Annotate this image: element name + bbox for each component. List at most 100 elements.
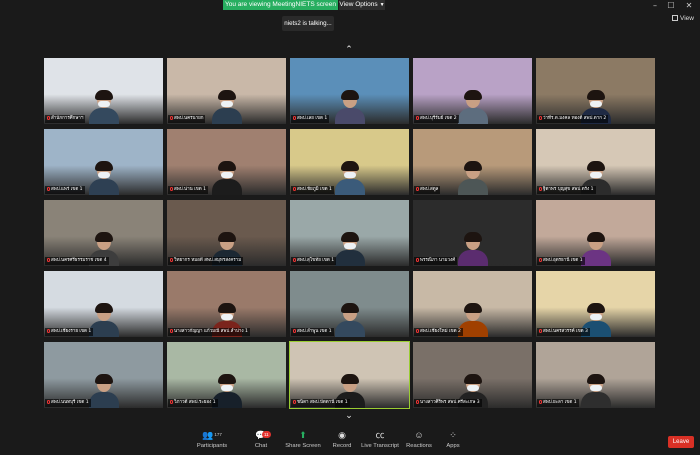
participants-label: Participants <box>196 443 228 449</box>
participant-name-label: สพป.นครศรีธรรมราช เขต 4 <box>45 257 109 265</box>
video-tile[interactable]: สำนักการศึกษาฯ <box>44 58 163 124</box>
apps-icon: ⁘ <box>449 430 457 440</box>
participant-name-label: สพป.น่าน เขต 1 <box>168 186 208 194</box>
video-tile[interactable]: สพป.เชียงใหม่ เขต 2 <box>413 271 532 337</box>
participant-name-label: สพป.ชัยภูมิ เขต 1 <box>291 186 334 194</box>
muted-mic-icon <box>170 115 173 120</box>
muted-mic-icon <box>416 399 419 404</box>
participant-name: วิภาวดี สพป.ระยอง 1 <box>174 400 216 405</box>
video-tile[interactable]: พรรณิภา นามวงศ์ <box>413 200 532 266</box>
video-tile[interactable]: สพป.นครนายก <box>167 58 286 124</box>
participant-name-label: สพป.แพร่ เขต 1 <box>45 186 85 194</box>
video-tile[interactable]: วิทยากร หมอดี สพป.สมุทรสงคราม <box>167 200 286 266</box>
video-tile[interactable]: สพป.เชียงราย เขต 1 <box>44 271 163 337</box>
share-screen-button[interactable]: ⬆ Share Screen <box>281 429 325 449</box>
video-tile[interactable]: สพป.นครสวรรค์ เขต 3 <box>536 271 655 337</box>
video-tile[interactable]: สพป.เลย เขต 1 <box>290 58 409 124</box>
active-speaker-indicator: niets2 is talking... <box>282 16 334 31</box>
participants-count: 177 <box>214 432 222 437</box>
view-button[interactable]: View <box>672 15 694 22</box>
video-tile[interactable]: สพป.น่าน เขต 1 <box>167 129 286 195</box>
chat-button[interactable]: 💬 11 Chat <box>239 429 283 449</box>
video-tile[interactable]: สพป.แพร่ เขต 1 <box>44 129 163 195</box>
video-tile[interactable]: วิภาวดี สพป.ระยอง 1 <box>167 342 286 408</box>
participant-video <box>211 90 242 124</box>
video-tile[interactable]: ว่าที่ร.ต.มงคล ทองดี สพป.ตาก 2 <box>536 58 655 124</box>
muted-mic-icon <box>416 115 419 120</box>
page-up-button[interactable]: ⌃ <box>340 44 358 56</box>
participant-video <box>334 161 365 195</box>
participant-name-label: สพป.นครสวรรค์ เขต 3 <box>537 328 590 336</box>
video-tile[interactable]: สพป.บุรีรัมย์ เขต 2 <box>413 58 532 124</box>
participant-name-label: สพป.เชียงใหม่ เขต 2 <box>414 328 463 336</box>
participant-name-label: สพป.เชียงราย เขต 1 <box>45 328 94 336</box>
muted-mic-icon <box>539 257 542 262</box>
close-window-button[interactable]: ✕ <box>682 0 696 12</box>
video-tile[interactable]: ชนิดา สพป.ปัตตานี เขต 1 <box>289 341 410 409</box>
participant-name-label: นางสาวศิริพร สพป.ศรีสะเกษ 3 <box>414 399 482 407</box>
participant-video <box>334 232 365 266</box>
video-tile[interactable]: สพป.สตูล <box>413 129 532 195</box>
participant-name: สพป.นครศรีธรรมราช เขต 4 <box>51 258 107 263</box>
video-tile[interactable]: นางสาวกัญญา แก้วมณี สพป.ลำปาง 1 <box>167 271 286 337</box>
muted-mic-icon <box>293 257 296 262</box>
participant-name-label: นางสาวกัญญา แก้วมณี สพป.ลำปาง 1 <box>168 328 250 336</box>
muted-mic-icon <box>293 186 296 191</box>
maximize-button[interactable]: ☐ <box>664 0 678 12</box>
video-tile[interactable]: สพป.ยะลา เขต 1 <box>536 342 655 408</box>
video-tile[interactable]: สพป.อุดรธานี เขต 1 <box>536 200 655 266</box>
apps-button[interactable]: ⁘ Apps <box>431 429 475 449</box>
video-tile[interactable]: สพป.สุโขทัย เขต 1 <box>290 200 409 266</box>
participant-video <box>457 232 488 266</box>
participant-name-label: ชนิดา สพป.ปัตตานี เขต 1 <box>291 399 350 407</box>
participant-name: สพป.แพร่ เขต 1 <box>51 187 83 192</box>
participant-video <box>334 303 365 337</box>
participant-name-label: สพป.บุรีรัมย์ เขต 2 <box>414 115 459 123</box>
participant-name-label: สพป.อุดรธานี เขต 1 <box>537 257 585 265</box>
participant-name: พรรณิภา นามวงศ์ <box>420 258 456 263</box>
participant-name: วิทยากร หมอดี สพป.สมุทรสงคราม <box>174 258 242 263</box>
view-options-button[interactable]: View Options ▼ <box>339 0 385 10</box>
muted-mic-icon <box>47 399 50 404</box>
muted-mic-icon <box>47 115 50 120</box>
muted-mic-icon <box>293 399 296 404</box>
video-tile[interactable]: สพป.ลำพูน เขต 1 <box>290 271 409 337</box>
muted-mic-icon <box>416 257 419 262</box>
participant-video <box>88 374 119 408</box>
participant-name-label: ว่าที่ร.ต.มงคล ทองดี สพป.ตาก 2 <box>537 115 609 123</box>
participant-video <box>457 90 488 124</box>
gallery-view-icon <box>672 15 679 21</box>
participant-name: ฐิตาพร บุญสุข สพป.ตรัง 1 <box>543 187 594 192</box>
chat-badge: 11 <box>262 431 271 438</box>
video-tile[interactable]: ฐิตาพร บุญสุข สพป.ตรัง 1 <box>536 129 655 195</box>
muted-mic-icon <box>47 328 50 333</box>
participant-video <box>580 374 611 408</box>
minimize-button[interactable]: – <box>648 0 662 12</box>
participant-name-label: สำนักการศึกษาฯ <box>45 115 86 123</box>
participant-name: สพป.สตูล <box>420 187 439 192</box>
video-tile[interactable]: สพป.ชัยภูมิ เขต 1 <box>290 129 409 195</box>
reactions-label: Reactions <box>406 443 432 449</box>
participants-button[interactable]: 👥177 Participants <box>190 429 234 449</box>
participant-name: ว่าที่ร.ต.มงคล ทองดี สพป.ตาก 2 <box>543 116 607 121</box>
leave-button[interactable]: Leave <box>668 436 694 448</box>
participant-name: สพป.ยะลา เขต 1 <box>543 400 577 405</box>
video-gallery: สำนักการศึกษาฯ สพป.นครนายก สพป.เลย เขต 1 สพ… <box>44 58 655 409</box>
participant-name: สพป.นนทบุรี เขต 1 <box>51 400 89 405</box>
page-down-button[interactable]: ⌄ <box>340 410 358 422</box>
video-tile[interactable]: สพป.นครศรีธรรมราช เขต 4 <box>44 200 163 266</box>
participant-video <box>457 161 488 195</box>
participant-name-label: สพป.ยะลา เขต 1 <box>537 399 579 407</box>
muted-mic-icon <box>416 328 419 333</box>
participant-name-label: สพป.เลย เขต 1 <box>291 115 330 123</box>
participant-name: สพป.สุโขทัย เขต 1 <box>297 258 335 263</box>
live-transcript-button[interactable]: ㏄ Live Transcript <box>358 429 402 449</box>
cc-icon: ㏄ <box>375 430 385 440</box>
participant-name: สพป.เชียงใหม่ เขต 2 <box>420 329 461 334</box>
video-tile[interactable]: สพป.นนทบุรี เขต 1 <box>44 342 163 408</box>
muted-mic-icon <box>539 186 542 191</box>
video-tile[interactable]: นางสาวศิริพร สพป.ศรีสะเกษ 3 <box>413 342 532 408</box>
chevron-down-icon: ▼ <box>379 2 385 8</box>
participant-name: สพป.ลำพูน เขต 1 <box>297 329 332 334</box>
participant-video <box>211 161 242 195</box>
